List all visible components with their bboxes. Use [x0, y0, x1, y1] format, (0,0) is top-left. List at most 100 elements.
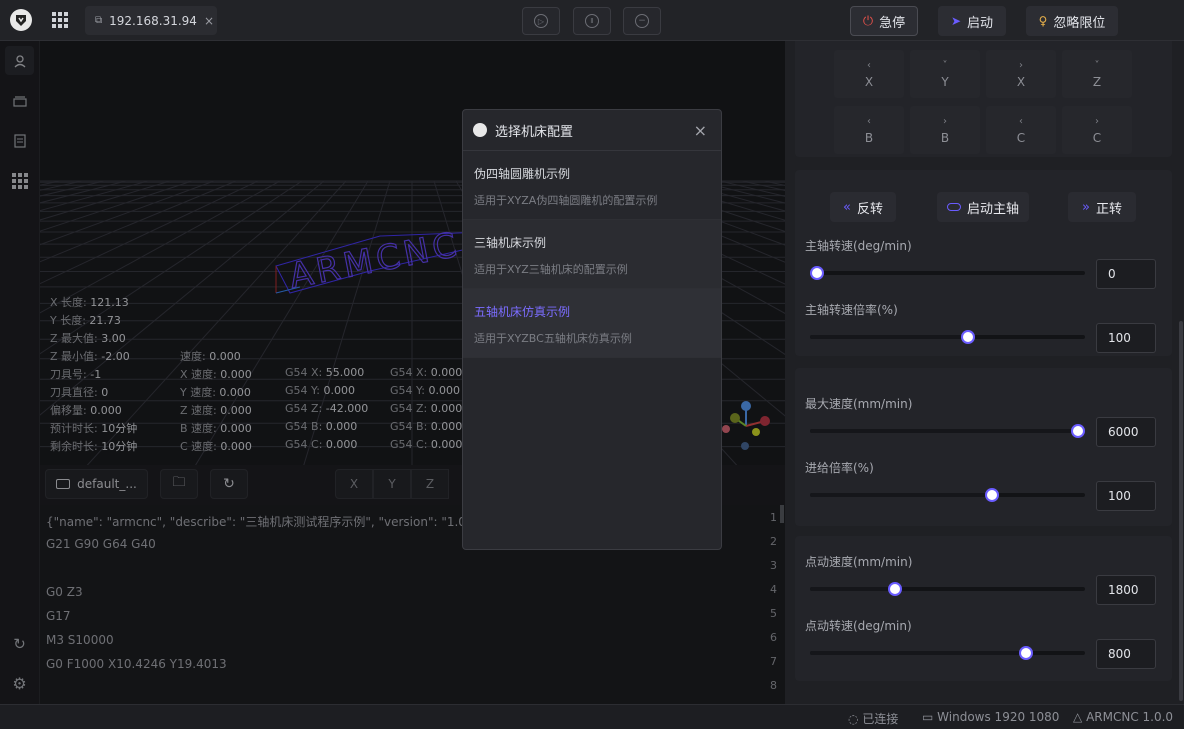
jog-axis-label: Z: [1092, 75, 1102, 89]
spindle-rate-slider[interactable]: [810, 330, 1085, 344]
send-icon: ➤: [950, 14, 962, 28]
spindle-speed-input[interactable]: 0: [1096, 259, 1156, 289]
jog-axis-label: C: [1092, 131, 1102, 145]
forward-label: 正转: [1095, 201, 1122, 217]
start-spindle-button[interactable]: 启动主轴: [937, 192, 1029, 222]
bell-icon: △: [1073, 710, 1083, 724]
option-description: 适用于XYZ三轴机床的配置示例: [474, 263, 628, 276]
jog-key-x[interactable]: › X: [986, 50, 1056, 98]
jog-key-x[interactable]: ‹ X: [834, 50, 904, 98]
jog-key-y[interactable]: ˅ Y: [910, 50, 980, 98]
motion-panel: 最大速度(mm/min) 6000 进给倍率(%) 100: [795, 368, 1172, 526]
control-panel: ‹ X ˅ Y › X ˅ Z ‹ B › B ‹ C › C « 反转 启动主轴 » 正转 主轴转速(deg…: [785, 41, 1184, 704]
panel-scrollbar[interactable]: [1179, 321, 1183, 701]
jog-speed-input[interactable]: 1800: [1096, 575, 1156, 605]
dialog-header: 选择机床配置 ×: [463, 110, 721, 151]
jog-axis-label: X: [1016, 75, 1026, 89]
spindle-panel: « 反转 启动主轴 » 正转 主轴转速(deg/min) 0 主轴转速倍率(%)…: [795, 170, 1172, 356]
config-option[interactable]: 伪四轴圆雕机示例 适用于XYZA伪四轴圆雕机的配置示例: [463, 151, 721, 220]
arrow-icon: ‹: [1019, 116, 1023, 127]
jog-axis-label: B: [864, 131, 874, 145]
emergency-stop-button[interactable]: ⏻ 急停: [850, 6, 918, 36]
monitor-icon: ▭: [922, 710, 934, 724]
jog-axis-label: X: [864, 75, 874, 89]
arrow-icon: ›: [1019, 60, 1023, 71]
connection-status: ◌ 已连接: [848, 712, 899, 726]
jog-key-z[interactable]: ˅ Z: [1062, 50, 1132, 98]
jog-rotation-label: 点动转速(deg/min): [805, 619, 912, 633]
start-button[interactable]: ➤ 启动: [938, 6, 1006, 36]
jog-speed-slider[interactable]: [810, 582, 1085, 596]
pause-icon: Ⅱ: [585, 14, 599, 28]
spindle-rate-input[interactable]: 100: [1096, 323, 1156, 353]
slider-knob[interactable]: [1019, 646, 1033, 660]
apps-grid-icon[interactable]: [50, 10, 70, 30]
jog-rotation-input[interactable]: 800: [1096, 639, 1156, 669]
play-button[interactable]: ▷: [522, 7, 560, 35]
spindle-speed-label: 主轴转速(deg/min): [805, 239, 912, 253]
power-icon: ⏻: [862, 13, 874, 29]
forward-button[interactable]: » 正转: [1068, 192, 1136, 222]
bulb-icon: ♀: [1038, 14, 1048, 28]
stop-button[interactable]: −: [623, 7, 661, 35]
option-title: 五轴机床仿真示例: [474, 305, 571, 319]
jog-key-c[interactable]: ‹ C: [986, 106, 1056, 154]
arrow-icon: ˅: [942, 60, 948, 71]
feed-rate-label: 进给倍率(%): [805, 461, 874, 475]
config-option[interactable]: 三轴机床示例 适用于XYZ三轴机床的配置示例: [463, 220, 721, 289]
jog-key-b[interactable]: ‹ B: [834, 106, 904, 154]
max-speed-label: 最大速度(mm/min): [805, 397, 913, 411]
jog-rotation-slider[interactable]: [810, 646, 1085, 660]
jog-key-b[interactable]: › B: [910, 106, 980, 154]
slider-knob[interactable]: [961, 330, 975, 344]
jog-speed-panel: 点动速度(mm/min) 1800 点动转速(deg/min) 800: [795, 536, 1172, 681]
dialog-title: 选择机床配置: [495, 124, 574, 140]
tab-address: 192.168.31.94: [109, 13, 197, 28]
ignore-limits-button[interactable]: ♀ 忽略限位: [1026, 6, 1118, 36]
slider-knob[interactable]: [985, 488, 999, 502]
config-option-selected[interactable]: 五轴机床仿真示例 适用于XYZBC五轴机床仿真示例: [463, 289, 721, 358]
double-right-icon: »: [1082, 199, 1090, 215]
link-icon: ⧉: [95, 15, 103, 26]
start-label: 启动: [967, 15, 994, 31]
connection-tab[interactable]: ⧉ 192.168.31.94 ×: [85, 6, 217, 35]
armcnc-logo: [473, 123, 487, 137]
start-spindle-label: 启动主轴: [966, 201, 1019, 217]
spindle-rate-label: 主轴转速倍率(%): [805, 303, 898, 317]
toggle-icon: [946, 203, 961, 211]
arrow-icon: ›: [943, 116, 947, 127]
spindle-speed-slider[interactable]: [810, 266, 1085, 280]
jog-axis-label: B: [940, 131, 950, 145]
stop-icon: −: [635, 14, 649, 28]
pause-button[interactable]: Ⅱ: [573, 7, 611, 35]
reverse-label: 反转: [856, 201, 883, 217]
jog-speed-label: 点动速度(mm/min): [805, 555, 913, 569]
feed-rate-input[interactable]: 100: [1096, 481, 1156, 511]
tab-close-icon[interactable]: ×: [204, 14, 214, 28]
option-title: 三轴机床示例: [474, 236, 547, 250]
slider-knob[interactable]: [810, 266, 824, 280]
arrow-icon: ‹: [867, 60, 871, 71]
app-version: △ ARMCNC 1.0.0: [1073, 710, 1174, 724]
max-speed-slider[interactable]: [810, 424, 1085, 438]
jog-axis-label: C: [1016, 131, 1026, 145]
double-left-icon: «: [843, 199, 851, 215]
play-icon: ▷: [534, 14, 548, 28]
arrow-icon: ‹: [867, 116, 871, 127]
max-speed-input[interactable]: 6000: [1096, 417, 1156, 447]
feed-rate-slider[interactable]: [810, 488, 1085, 502]
dialog-close-icon[interactable]: ×: [694, 121, 707, 140]
screen-info: ▭ Windows 1920 1080: [922, 710, 1060, 724]
jog-key-c[interactable]: › C: [1062, 106, 1132, 154]
arrow-icon: ›: [1095, 116, 1099, 127]
reverse-button[interactable]: « 反转: [830, 192, 896, 222]
arrow-icon: ˅: [1094, 60, 1100, 71]
slider-knob[interactable]: [888, 582, 902, 596]
option-description: 适用于XYZBC五轴机床仿真示例: [474, 332, 632, 345]
option-description: 适用于XYZA伪四轴圆雕机的配置示例: [474, 194, 658, 207]
ignore-limits-label: 忽略限位: [1053, 15, 1106, 31]
chat-icon: ◌: [848, 712, 859, 726]
machine-config-dialog: 选择机床配置 × 伪四轴圆雕机示例 适用于XYZA伪四轴圆雕机的配置示例 三轴机…: [462, 109, 722, 550]
slider-knob[interactable]: [1071, 424, 1085, 438]
status-bar: ◌ 已连接 ▭ Windows 1920 1080 △ ARMCNC 1.0.0: [0, 704, 1184, 729]
